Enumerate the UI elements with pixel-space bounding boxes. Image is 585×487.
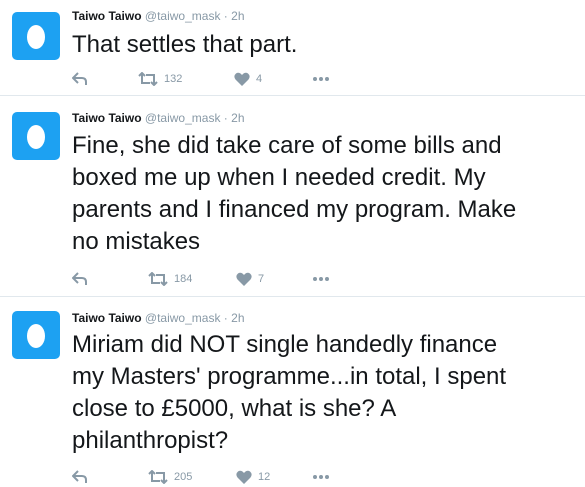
like-button[interactable]: 12 bbox=[236, 467, 270, 487]
retweet-count: 184 bbox=[174, 273, 193, 285]
retweet-button[interactable]: 205 bbox=[148, 467, 192, 487]
display-name[interactable]: Taiwo Taiwo bbox=[72, 9, 142, 23]
separator: · bbox=[223, 111, 228, 125]
reply-icon bbox=[72, 272, 87, 285]
tweet-header: Taiwo Taiwo @taiwo_mask · 2h bbox=[72, 111, 245, 125]
egg-avatar-icon bbox=[27, 125, 45, 149]
like-button[interactable]: 4 bbox=[234, 69, 262, 89]
more-button[interactable] bbox=[312, 269, 330, 289]
tweet-header: Taiwo Taiwo @taiwo_mask · 2h bbox=[72, 311, 245, 325]
egg-avatar-icon bbox=[27, 324, 45, 348]
retweet-button[interactable]: 184 bbox=[148, 269, 192, 289]
more-dots-icon bbox=[313, 77, 329, 81]
like-button[interactable]: 7 bbox=[236, 269, 264, 289]
retweet-icon bbox=[148, 272, 168, 286]
reply-icon bbox=[72, 470, 87, 483]
like-count: 12 bbox=[258, 471, 271, 483]
retweet-button[interactable]: 132 bbox=[138, 69, 182, 89]
timestamp[interactable]: 2h bbox=[231, 9, 244, 23]
more-button[interactable] bbox=[312, 467, 330, 487]
retweet-count: 205 bbox=[174, 471, 193, 483]
reply-button[interactable] bbox=[72, 69, 88, 89]
tweet-text: Fine, she did take care of some bills an… bbox=[72, 132, 517, 255]
more-dots-icon bbox=[313, 277, 329, 281]
tweet-actions: 132 4 bbox=[72, 69, 372, 89]
separator: · bbox=[223, 311, 228, 325]
reply-button[interactable] bbox=[72, 269, 88, 289]
timestamp[interactable]: 2h bbox=[231, 311, 244, 325]
egg-avatar-icon bbox=[27, 25, 45, 49]
like-count: 7 bbox=[258, 273, 265, 285]
user-handle[interactable]: @taiwo_mask bbox=[145, 111, 221, 125]
display-name[interactable]: Taiwo Taiwo bbox=[72, 111, 142, 125]
avatar[interactable] bbox=[12, 112, 60, 160]
timestamp[interactable]: 2h bbox=[231, 111, 244, 125]
retweet-count: 132 bbox=[164, 73, 183, 85]
avatar[interactable] bbox=[12, 12, 60, 60]
reply-button[interactable] bbox=[72, 467, 88, 487]
heart-icon bbox=[236, 272, 252, 286]
user-handle[interactable]: @taiwo_mask bbox=[145, 9, 221, 23]
tweet-text: That settles that part. bbox=[72, 31, 298, 58]
heart-icon bbox=[236, 470, 252, 484]
reply-icon bbox=[72, 72, 87, 85]
user-handle[interactable]: @taiwo_mask bbox=[145, 311, 221, 325]
heart-icon bbox=[234, 72, 250, 86]
retweet-icon bbox=[138, 72, 158, 86]
tweet-text: Miriam did NOT single handedly finance m… bbox=[72, 331, 507, 454]
tweet-actions: 184 7 bbox=[72, 269, 372, 289]
more-dots-icon bbox=[313, 475, 329, 479]
separator: · bbox=[223, 9, 228, 23]
display-name[interactable]: Taiwo Taiwo bbox=[72, 311, 142, 325]
tweet[interactable]: Taiwo Taiwo @taiwo_mask · 2h Fine, she d… bbox=[0, 96, 585, 297]
more-button[interactable] bbox=[312, 69, 330, 89]
retweet-icon bbox=[148, 470, 168, 484]
tweet-actions: 205 12 bbox=[72, 467, 372, 487]
tweet[interactable]: Taiwo Taiwo @taiwo_mask · 2h That settle… bbox=[0, 0, 585, 96]
tweet[interactable]: Taiwo Taiwo @taiwo_mask · 2h Miriam did … bbox=[0, 297, 585, 484]
avatar[interactable] bbox=[12, 311, 60, 359]
like-count: 4 bbox=[256, 73, 263, 85]
tweet-header: Taiwo Taiwo @taiwo_mask · 2h bbox=[72, 9, 245, 23]
